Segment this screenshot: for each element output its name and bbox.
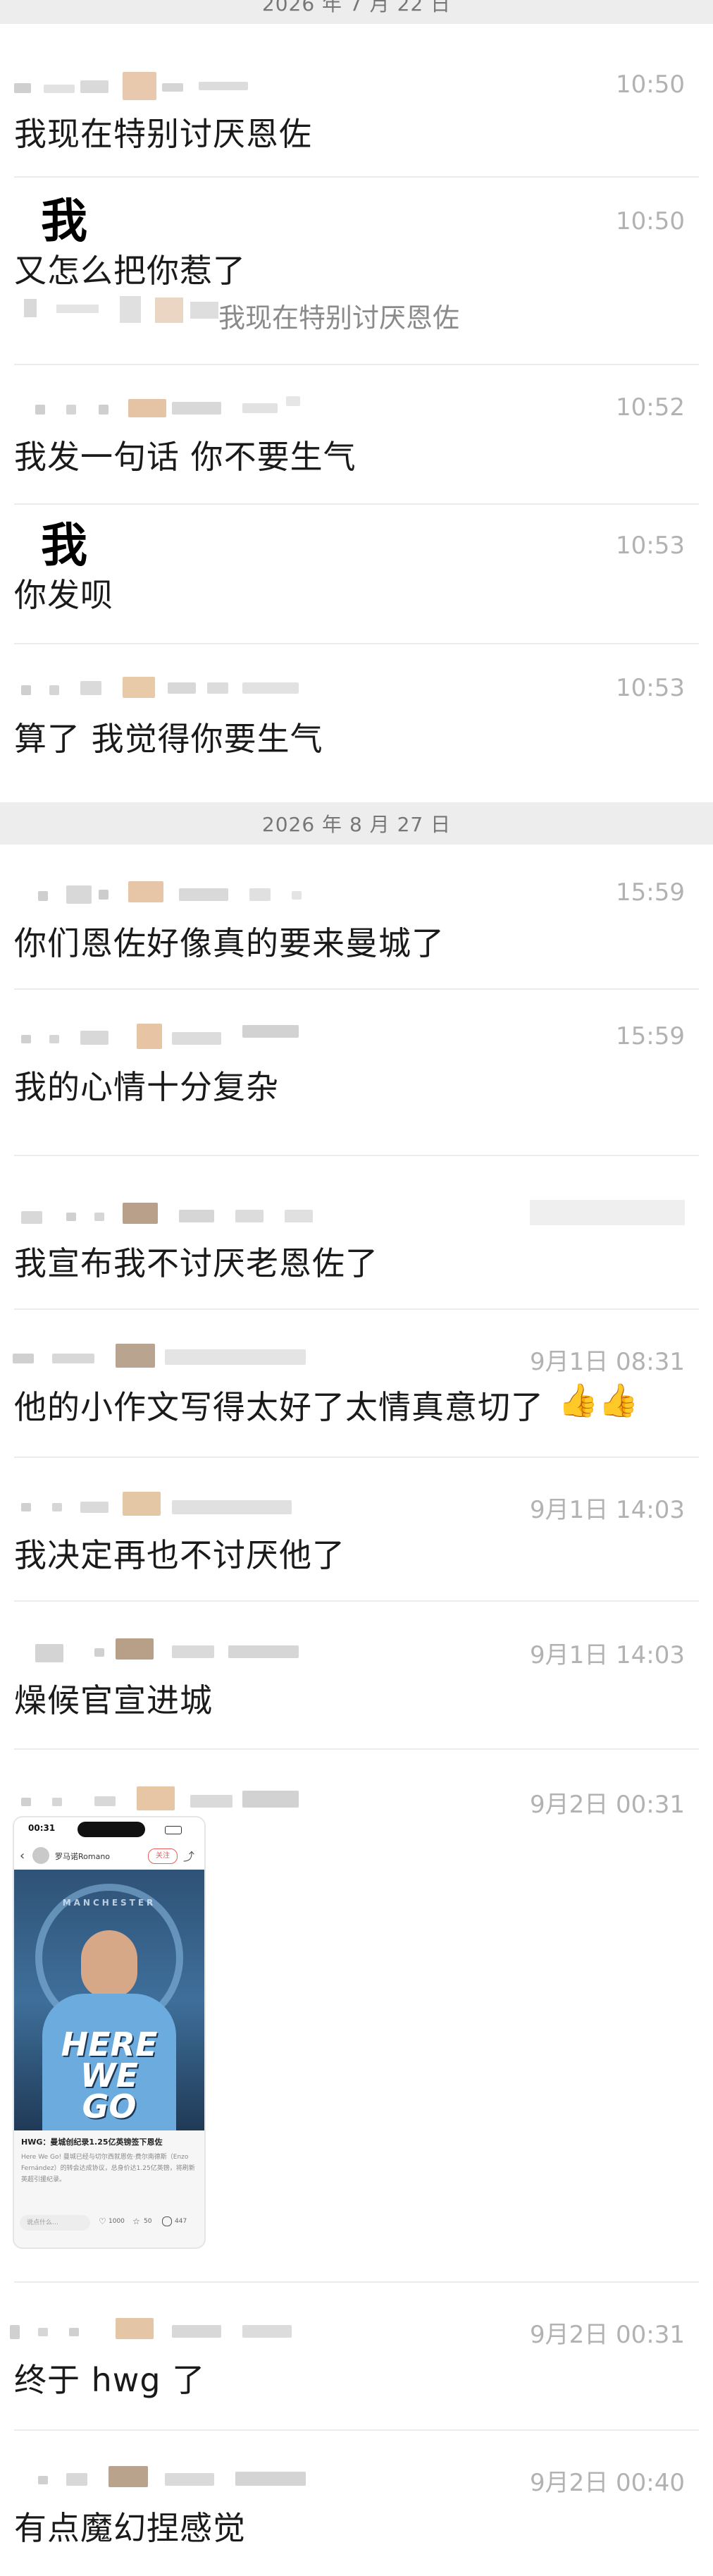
post-header: ‹ 罗马诺Romano 关注 ⤴: [14, 1841, 204, 1870]
divider: [14, 1748, 699, 1750]
divider: [14, 988, 699, 990]
sender-name-blurred: [10, 393, 306, 424]
favorite-count: 50: [144, 2218, 152, 2225]
divider: [14, 2429, 699, 2431]
message-text: 他的小作文写得太好了太情真意切了: [14, 1388, 544, 1426]
date-separator: 2026 年 7 月 22 日: [0, 0, 713, 24]
image-attachment[interactable]: 00:31 ‹ 罗马诺Romano 关注 ⤴ MANCHESTER HERE W…: [13, 1816, 206, 2249]
sender-name-blurred: [10, 2463, 320, 2494]
date-label: 2026 年 7 月 22 日: [261, 0, 452, 16]
quote-sender-blurred: [14, 295, 232, 323]
message-text: 我的心情十分复杂: [14, 1068, 279, 1106]
message-text: 你们恩佐好像真的要来曼城了: [14, 924, 445, 962]
post-action-bar: 说点什么… ♡ 1000 ☆ 50 447: [20, 2212, 199, 2233]
comment-count: 447: [175, 2218, 187, 2225]
sender-name-blurred: [10, 1022, 306, 1053]
message-text: 有点魔幻捏感觉: [14, 2509, 246, 2547]
sender-name-blurred: [10, 1490, 320, 1521]
message-text: 我现在特别讨厌恩佐: [14, 115, 312, 153]
poster-image: MANCHESTER HERE WE GO: [14, 1870, 204, 2130]
status-bar: 00:31: [14, 1817, 204, 1841]
chat-history: { "date_separators": ["2026 年 7 月 22 日",…: [0, 0, 713, 2576]
message-time: 15:59: [616, 878, 685, 907]
sender-name-blurred: [10, 1342, 320, 1373]
message-text: 终于 hwg 了: [14, 2361, 206, 2399]
message-time: 9月2日 00:31: [529, 1791, 685, 1819]
quoted-message[interactable]: 我现在特别讨厌恩佐: [218, 296, 459, 335]
message-time: 10:53: [616, 532, 685, 560]
sender-name: 我: [41, 518, 87, 572]
sender-name-blurred: [10, 878, 306, 909]
sender-name-blurred: [10, 1785, 320, 1816]
message-time: 9月2日 00:40: [529, 2469, 685, 2497]
share-icon[interactable]: ⤴: [183, 1847, 194, 1864]
message-time: 9月1日 08:31: [529, 1348, 685, 1376]
divider: [14, 643, 699, 644]
message-time: 15:59: [616, 1022, 685, 1050]
like-count: 1000: [108, 2218, 125, 2225]
author-name: 罗马诺Romano: [55, 1852, 111, 1861]
comment-icon[interactable]: [162, 2216, 172, 2226]
message-text: 我发一句话 你不要生气: [14, 438, 356, 476]
divider: [14, 176, 699, 178]
post-body: Here We Go! 曼城已经与切尔西就恩佐·费尔南德斯（Enzo Ferná…: [21, 2154, 195, 2183]
poster-badge: MANCHESTER: [62, 1898, 156, 1908]
divider: [14, 2281, 699, 2283]
message-text: 算了 我觉得你要生气: [14, 720, 323, 758]
message-time: 9月1日 14:03: [529, 1641, 685, 1669]
status-time: 00:31: [28, 1823, 56, 1833]
date-separator: 2026 年 8 月 27 日: [0, 802, 713, 845]
thumbs-up-emoji: 👍👍: [558, 1381, 639, 1419]
message-time: 10:53: [616, 674, 685, 702]
post-title: HWG：曼城创纪录1.25亿英镑签下恩佐: [21, 2138, 163, 2147]
time-blurred: [530, 1200, 685, 1225]
follow-button[interactable]: 关注: [148, 1848, 178, 1864]
divider: [14, 1600, 699, 1602]
back-icon[interactable]: ‹: [20, 1848, 25, 1863]
player-head: [81, 1930, 137, 1998]
message-text: 又怎么把你惹了: [14, 252, 246, 290]
message-text: 燥候官宣进城: [14, 1681, 213, 1719]
avatar: [32, 1847, 49, 1864]
message-text: 你发呗: [14, 576, 113, 614]
message-time: 9月2日 00:31: [529, 2321, 685, 2349]
message-time: 10:50: [616, 207, 685, 235]
divider: [14, 364, 699, 365]
comment-input[interactable]: 说点什么…: [20, 2215, 90, 2231]
message-time: 10:52: [616, 393, 685, 422]
date-label: 2026 年 8 月 27 日: [261, 813, 452, 836]
sender-name-blurred: [10, 1200, 334, 1231]
sender-name-blurred: [10, 2315, 320, 2346]
divider: [14, 1456, 699, 1458]
battery-icon: [165, 1826, 182, 1834]
divider: [14, 1308, 699, 1310]
divider: [14, 503, 699, 505]
poster-headline: HERE WE GO: [61, 2025, 158, 2126]
favorite-icon[interactable]: ☆: [132, 2216, 140, 2226]
dynamic-island: [78, 1822, 145, 1837]
sender-name-blurred: [10, 70, 264, 102]
message-text: 我决定再也不讨厌他了: [14, 1536, 345, 1574]
message-time: 9月1日 14:03: [529, 1496, 685, 1524]
message-text: 我宣布我不讨厌老恩佐了: [14, 1244, 378, 1282]
message-time: 10:50: [616, 70, 685, 99]
sender-name-blurred: [10, 674, 306, 705]
sender-name: 我: [41, 194, 87, 248]
sender-name-blurred: [10, 1636, 320, 1667]
like-icon[interactable]: ♡: [99, 2216, 106, 2226]
divider: [14, 1155, 699, 1156]
